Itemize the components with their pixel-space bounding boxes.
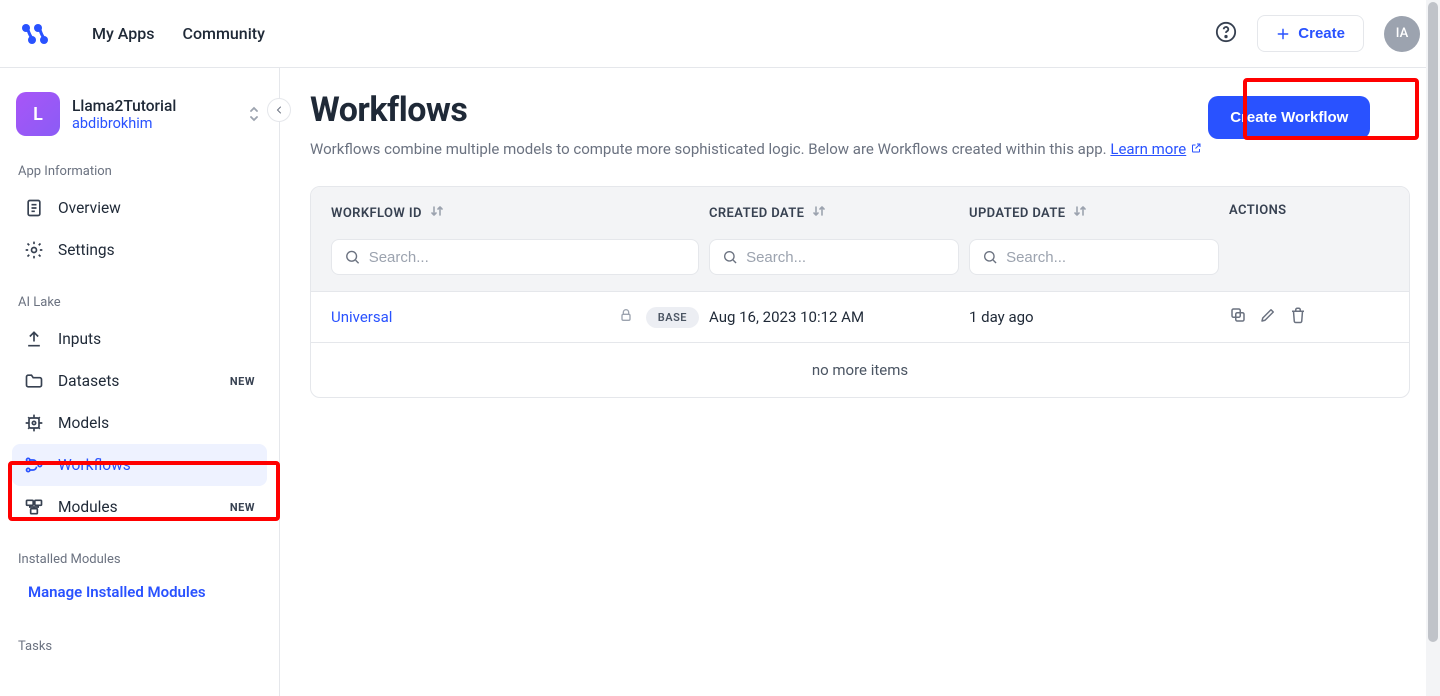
chip-icon (24, 413, 44, 433)
scrollbar-thumb[interactable] (1428, 2, 1438, 642)
base-badge: BASE (646, 307, 699, 328)
scrollbar[interactable] (1426, 0, 1440, 696)
search-input[interactable] (746, 249, 946, 266)
nav-myapps[interactable]: My Apps (92, 24, 155, 43)
sidebar-item-workflows[interactable]: Workflows (12, 444, 267, 486)
modules-icon (24, 497, 44, 517)
search-input[interactable] (369, 249, 686, 266)
app-selector[interactable]: L Llama2Tutorial abdibrokhim (12, 88, 267, 140)
sidebar-item-label: Overview (58, 199, 121, 217)
sidebar-item-label: Workflows (58, 456, 131, 474)
sidebar-item-label: Settings (58, 241, 115, 259)
cell-created-date: Aug 16, 2023 10:12 AM (709, 308, 959, 326)
sidebar-item-overview[interactable]: Overview (12, 187, 267, 229)
row-actions (1229, 306, 1389, 328)
page-title: Workflows (310, 90, 1202, 130)
avatar[interactable]: IA (1384, 16, 1420, 52)
document-icon (24, 198, 44, 218)
create-label: Create (1298, 25, 1345, 42)
workflow-link[interactable]: Universal (331, 308, 392, 326)
search-icon (344, 248, 361, 266)
sidebar-item-models[interactable]: Models (12, 402, 267, 444)
app-initial-badge: L (16, 92, 60, 136)
external-link-icon (1190, 140, 1202, 158)
trash-icon[interactable] (1289, 306, 1307, 328)
section-label-installed: Installed Modules (18, 552, 267, 567)
sidebar-item-label: Modules (58, 498, 118, 516)
table-filters (311, 239, 1409, 291)
search-input[interactable] (1006, 249, 1206, 266)
brand-logo[interactable] (20, 18, 52, 50)
sidebar-item-label: Datasets (58, 372, 119, 390)
sort-icon (1073, 203, 1087, 223)
clarifai-logo-icon (20, 18, 52, 50)
edit-icon[interactable] (1259, 306, 1277, 328)
app-user[interactable]: abdibrokhim (72, 115, 233, 132)
search-updated-date[interactable] (969, 239, 1219, 275)
search-icon (722, 248, 738, 266)
new-badge: NEW (230, 501, 255, 514)
main-content: Workflows Workflows combine multiple mod… (280, 68, 1440, 696)
workflow-icon (24, 455, 44, 475)
new-badge: NEW (230, 375, 255, 388)
sort-icon (812, 203, 826, 223)
chevrons-updown-icon[interactable] (245, 103, 263, 125)
upload-icon (24, 329, 44, 349)
folder-icon (24, 371, 44, 391)
table-header: WORKFLOW ID CREATED DATE UPDATED DATE AC… (311, 187, 1409, 239)
learn-more-link[interactable]: Learn more (1110, 140, 1202, 158)
th-updated-date[interactable]: UPDATED DATE (969, 203, 1219, 223)
sidebar-item-settings[interactable]: Settings (12, 229, 267, 271)
create-button[interactable]: Create (1257, 15, 1364, 52)
top-nav: My Apps Community (92, 24, 265, 43)
lock-icon (618, 307, 634, 327)
sidebar: L Llama2Tutorial abdibrokhim App Informa… (0, 68, 280, 696)
workflows-table: WORKFLOW ID CREATED DATE UPDATED DATE AC… (310, 186, 1410, 398)
sidebar-item-datasets[interactable]: Datasets NEW (12, 360, 267, 402)
search-icon (982, 248, 998, 266)
sidebar-item-label: Models (58, 414, 109, 432)
cell-updated-date: 1 day ago (969, 308, 1219, 326)
create-workflow-button[interactable]: Create Workflow (1208, 96, 1370, 139)
nav-community[interactable]: Community (183, 24, 265, 43)
manage-installed-modules-link[interactable]: Manage Installed Modules (12, 575, 267, 609)
sidebar-item-modules[interactable]: Modules NEW (12, 486, 267, 528)
section-label-app-info: App Information (18, 164, 267, 179)
collapse-sidebar-button[interactable] (267, 98, 291, 122)
search-workflow-id[interactable] (331, 239, 699, 275)
table-row: Universal BASE Aug 16, 2023 10:12 AM 1 d… (311, 291, 1409, 342)
page-description-text: Workflows combine multiple models to com… (310, 140, 1110, 158)
help-icon[interactable] (1215, 21, 1237, 47)
plus-icon (1276, 27, 1290, 41)
th-created-date[interactable]: CREATED DATE (709, 203, 959, 223)
copy-icon[interactable] (1229, 306, 1247, 328)
search-created-date[interactable] (709, 239, 959, 275)
sidebar-item-label: Inputs (58, 330, 101, 348)
gear-icon (24, 240, 44, 260)
page-description: Workflows combine multiple models to com… (310, 140, 1202, 158)
sidebar-item-inputs[interactable]: Inputs (12, 318, 267, 360)
th-workflow-id[interactable]: WORKFLOW ID (331, 203, 699, 223)
th-actions: ACTIONS (1229, 203, 1389, 218)
section-label-tasks: Tasks (18, 639, 267, 654)
arrow-left-icon (273, 104, 285, 116)
no-more-items: no more items (311, 342, 1409, 397)
app-name: Llama2Tutorial (72, 97, 233, 115)
top-bar: My Apps Community Create IA (0, 0, 1440, 68)
sort-icon (430, 203, 444, 223)
section-label-ai-lake: AI Lake (18, 295, 267, 310)
